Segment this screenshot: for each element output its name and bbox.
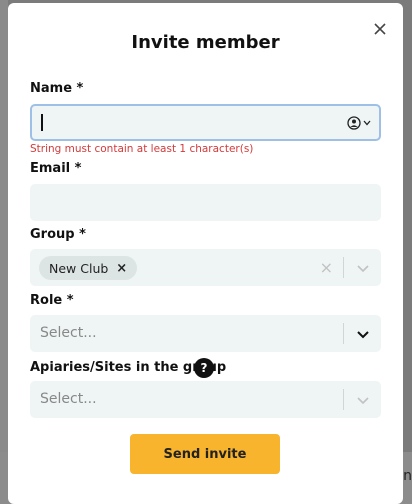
backdrop-left [0,0,8,504]
name-input[interactable] [30,104,381,141]
group-chip: New Club × [39,256,138,280]
name-error-message: String must contain at least 1 character… [30,143,254,155]
group-label: Group * [30,227,86,242]
chip-remove-icon[interactable]: × [116,261,127,276]
indicator-separator [343,257,344,278]
email-input[interactable] [30,184,381,221]
indicator-separator [343,389,344,410]
text-caret [41,114,43,131]
clear-icon[interactable]: × [320,258,333,277]
role-placeholder: Select... [40,325,97,341]
group-chip-label: New Club [49,260,109,276]
group-select[interactable]: New Club × × [30,249,381,286]
backdrop-partial-text: n [403,468,412,484]
role-label: Role * [30,293,74,308]
send-invite-button[interactable]: Send invite [130,434,280,474]
indicator-separator [343,323,344,344]
chevron-down-icon[interactable] [355,326,371,342]
role-select[interactable]: Select... [30,315,381,352]
apiaries-select[interactable]: Select... [30,381,381,418]
invite-member-dialog: Invite member Name * String must contain… [8,3,403,504]
email-label: Email * [30,161,82,176]
apiaries-placeholder: Select... [40,391,97,407]
help-icon[interactable]: ? [194,358,214,378]
chevron-down-icon[interactable] [355,260,371,276]
contact-autofill-icon[interactable] [347,116,371,130]
name-label: Name * [30,81,84,96]
chevron-down-icon[interactable] [355,392,371,408]
dialog-title: Invite member [131,32,280,53]
